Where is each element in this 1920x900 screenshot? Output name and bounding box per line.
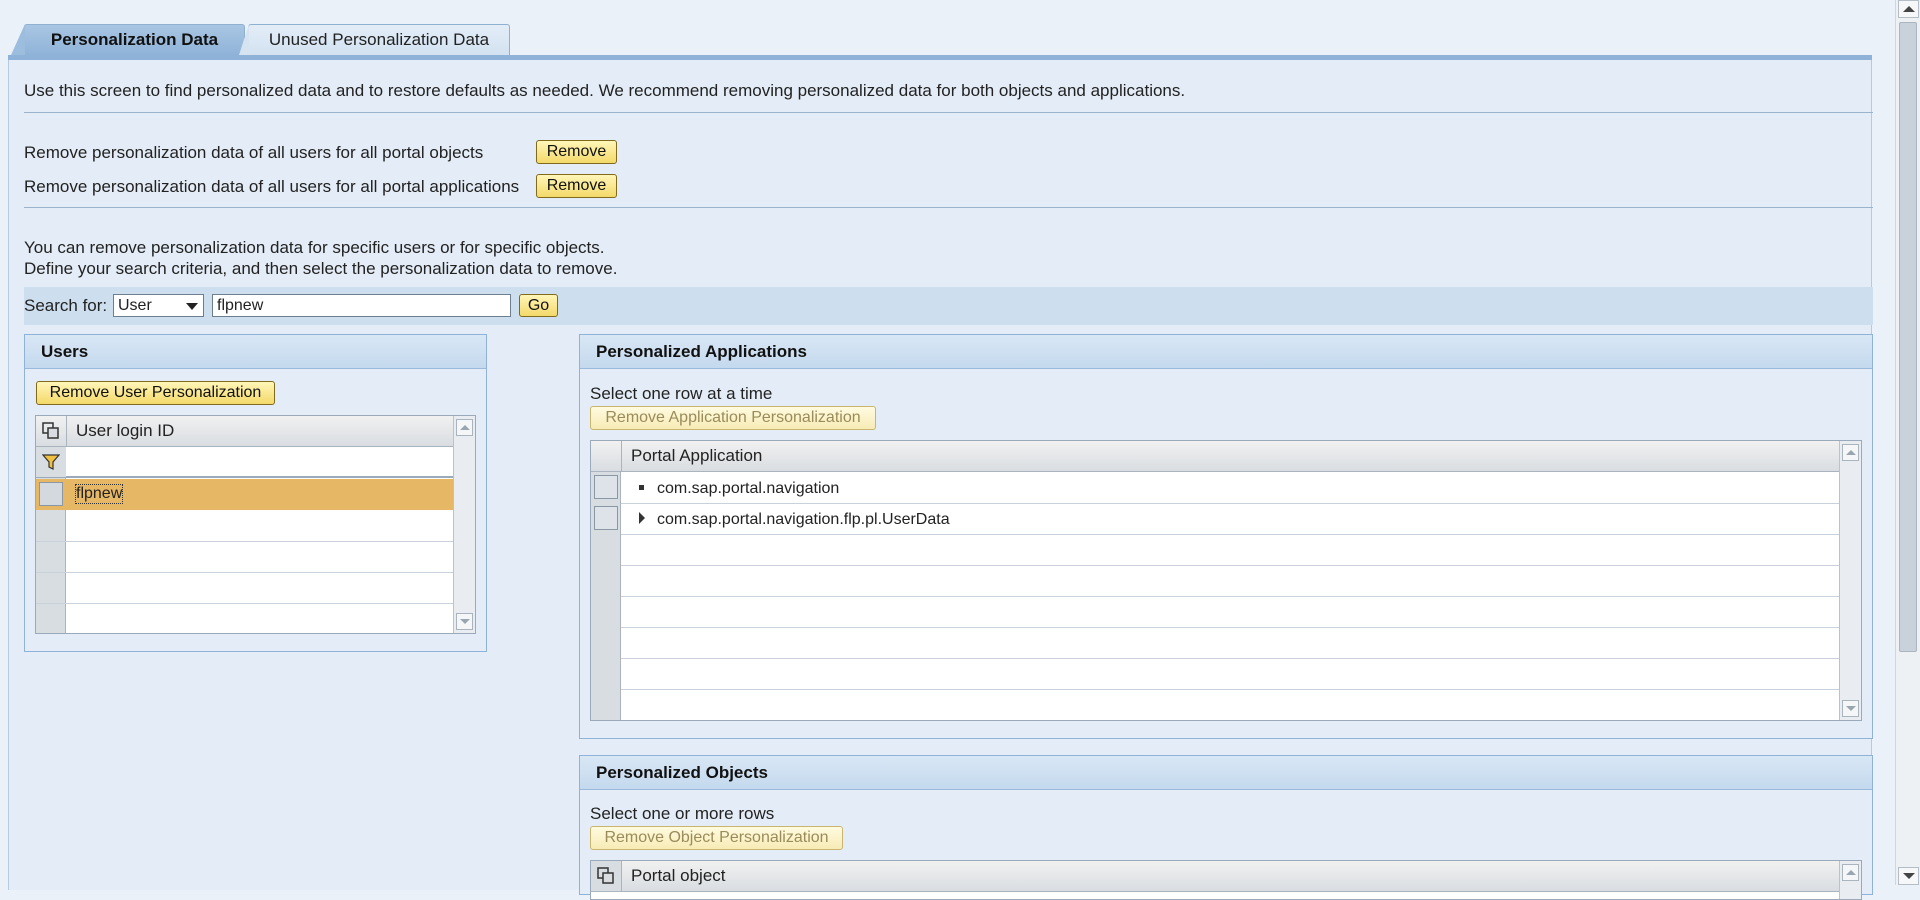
application-row-label[interactable]: com.sap.portal.navigation — [657, 480, 839, 498]
remove-all-objects-button[interactable]: Remove — [536, 140, 617, 164]
users-table-scrollbar[interactable] — [453, 416, 475, 633]
expand-arrow-icon[interactable] — [639, 512, 645, 524]
specific-info-line-1: You can remove personalization data for … — [24, 238, 605, 257]
users-panel-title: Users — [25, 335, 486, 369]
row-divider — [621, 596, 1841, 597]
objects-panel-title: Personalized Objects — [580, 756, 1872, 790]
row-divider — [621, 689, 1841, 690]
objects-hint: Select one or more rows — [590, 804, 775, 823]
search-label: Search for: — [24, 296, 108, 315]
select-all-toggle[interactable] — [591, 861, 621, 892]
divider — [24, 112, 1873, 113]
row-selector[interactable] — [594, 506, 618, 530]
row-divider — [621, 658, 1841, 659]
scroll-down-icon[interactable] — [1842, 700, 1859, 717]
copy-columns-icon — [42, 422, 59, 439]
row-divider — [621, 627, 1841, 628]
leaf-bullet-icon — [639, 485, 644, 490]
filter-toggle[interactable] — [36, 447, 66, 478]
scroll-up-icon[interactable] — [456, 419, 473, 436]
row-selector[interactable] — [39, 482, 63, 506]
filter-input[interactable] — [66, 447, 455, 478]
remove-all-applications-button[interactable]: Remove — [536, 174, 617, 198]
search-input[interactable]: flpnew — [212, 294, 511, 317]
search-input-value: flpnew — [217, 296, 264, 314]
scroll-down-icon[interactable] — [1898, 867, 1919, 885]
remove-all-applications-label: Remove personalization data of all users… — [24, 177, 520, 196]
remove-application-personalization-button[interactable]: Remove Application Personalization — [590, 406, 876, 430]
applications-hint: Select one row at a time — [590, 384, 773, 403]
row-divider — [621, 503, 1841, 504]
tab-unused-personalization-data[interactable]: Unused Personalization Data — [239, 24, 510, 55]
go-button[interactable]: Go — [519, 294, 558, 317]
row-divider — [621, 534, 1841, 535]
column-header-portal-application[interactable]: Portal Application — [621, 441, 1841, 472]
objects-table-scrollbar[interactable] — [1839, 861, 1861, 899]
page-scrollbar[interactable] — [1895, 0, 1920, 885]
scroll-up-icon[interactable] — [1842, 444, 1859, 461]
applications-table: Portal Application com.sap.portal.naviga… — [590, 440, 1862, 721]
specific-info-line-2: Define your search criteria, and then se… — [24, 259, 618, 278]
row-selector[interactable] — [594, 475, 618, 499]
applications-panel-title: Personalized Applications — [580, 335, 1872, 369]
divider — [24, 207, 1873, 208]
column-header-portal-object[interactable]: Portal object — [621, 861, 1841, 892]
search-type-value: User — [118, 296, 152, 314]
application-row-label[interactable]: com.sap.portal.navigation.flp.pl.UserDat… — [657, 511, 950, 529]
remove-object-personalization-button[interactable]: Remove Object Personalization — [590, 826, 843, 850]
objects-table: Portal object — [590, 860, 1862, 900]
user-login-id-cell[interactable]: flpnew — [74, 484, 124, 504]
row-divider — [621, 565, 1841, 566]
row-divider — [36, 541, 455, 542]
scroll-up-icon[interactable] — [1898, 0, 1919, 18]
users-table: User login ID flpnew — [35, 415, 476, 634]
column-header-user-login-id[interactable]: User login ID — [66, 416, 455, 447]
scroll-up-icon[interactable] — [1842, 864, 1859, 881]
chevron-down-icon — [186, 303, 198, 310]
scroll-down-icon[interactable] — [456, 613, 473, 630]
row-divider — [36, 572, 455, 573]
select-all-toggle[interactable] — [591, 441, 621, 472]
intro-text: Use this screen to find personalized dat… — [24, 81, 1186, 100]
row-divider — [36, 603, 455, 604]
search-type-select[interactable]: User — [113, 294, 204, 317]
tab-personalization-data[interactable]: Personalization Data — [11, 24, 245, 55]
filter-icon — [42, 454, 60, 470]
scrollbar-thumb[interactable] — [1899, 22, 1917, 652]
applications-table-scrollbar[interactable] — [1839, 441, 1861, 720]
copy-columns-icon — [597, 867, 614, 884]
remove-all-objects-label: Remove personalization data of all users… — [24, 143, 484, 162]
select-all-toggle[interactable] — [36, 416, 66, 447]
remove-user-personalization-button[interactable]: Remove User Personalization — [36, 381, 275, 405]
